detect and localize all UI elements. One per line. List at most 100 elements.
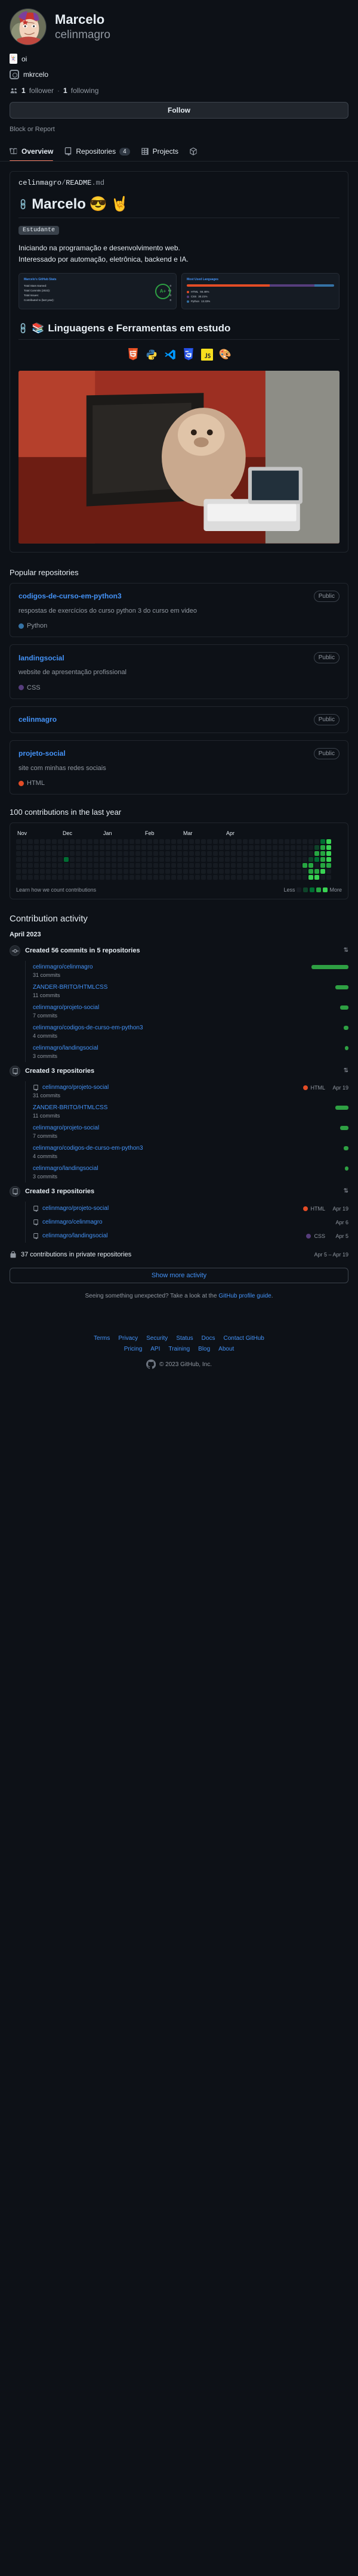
chevron-toggle-icon[interactable]: ⇅ [344, 1188, 348, 1194]
contribution-day-cell[interactable] [201, 869, 206, 874]
contribution-day-cell[interactable] [129, 839, 134, 845]
activity-repo-link[interactable]: celinmagro/landingsocial [33, 1165, 98, 1172]
tab-overview[interactable]: Overview [10, 142, 54, 161]
contribution-day-cell[interactable] [52, 875, 57, 880]
contribution-day-cell[interactable] [219, 875, 224, 880]
contribution-day-cell[interactable] [34, 845, 39, 851]
contribution-day-cell[interactable] [124, 845, 128, 851]
contribution-day-cell[interactable] [225, 875, 230, 880]
contribution-day-cell[interactable] [94, 851, 98, 856]
contribution-day-cell[interactable] [255, 875, 260, 880]
contribution-day-cell[interactable] [267, 845, 271, 851]
activity-repo-link[interactable]: celinmagro/celinmagro [33, 964, 93, 970]
contribution-day-cell[interactable] [135, 857, 140, 862]
contribution-day-cell[interactable] [159, 863, 164, 868]
contribution-day-cell[interactable] [207, 845, 212, 851]
contribution-day-cell[interactable] [58, 851, 63, 856]
contribution-day-cell[interactable] [291, 863, 295, 868]
contribution-day-cell[interactable] [183, 875, 188, 880]
contribution-day-cell[interactable] [237, 857, 242, 862]
html5-icon[interactable] [126, 348, 140, 361]
contribution-day-cell[interactable] [22, 839, 27, 845]
contribution-day-cell[interactable] [147, 851, 152, 856]
contribution-day-cell[interactable] [177, 875, 182, 880]
contribution-day-cell[interactable] [231, 863, 236, 868]
contribution-day-cell[interactable] [308, 863, 313, 868]
activity-repo-link[interactable]: celinmagro/landingsocial [33, 1045, 98, 1051]
contribution-day-cell[interactable] [285, 863, 289, 868]
contribution-day-cell[interactable] [52, 851, 57, 856]
contribution-day-cell[interactable] [124, 851, 128, 856]
contribution-day-cell[interactable] [58, 845, 63, 851]
contribution-day-cell[interactable] [165, 845, 170, 851]
contribution-day-cell[interactable] [177, 863, 182, 868]
readme-owner[interactable]: celinmagro [18, 179, 61, 187]
contribution-day-cell[interactable] [52, 863, 57, 868]
activity-repo-link[interactable]: ZANDER-BRITO/HTMLCSS [33, 984, 107, 991]
contribution-day-cell[interactable] [231, 857, 236, 862]
contribution-day-cell[interactable] [308, 845, 313, 851]
contribution-day-cell[interactable] [135, 869, 140, 874]
contribution-day-cell[interactable] [135, 845, 140, 851]
contribution-day-cell[interactable] [273, 845, 277, 851]
contribution-day-cell[interactable] [177, 851, 182, 856]
contribution-day-cell[interactable] [243, 851, 248, 856]
contribution-day-cell[interactable] [201, 875, 206, 880]
contribution-day-cell[interactable] [46, 851, 51, 856]
contribution-day-cell[interactable] [153, 851, 158, 856]
contribution-day-cell[interactable] [22, 851, 27, 856]
contribution-day-cell[interactable] [189, 857, 194, 862]
contribution-day-cell[interactable] [225, 869, 230, 874]
contribution-day-cell[interactable] [183, 839, 188, 845]
contribution-day-cell[interactable] [273, 863, 277, 868]
github-profile-guide-link[interactable]: GitHub profile guide [218, 1293, 271, 1299]
contribution-day-cell[interactable] [303, 857, 307, 862]
contribution-day-cell[interactable] [22, 857, 27, 862]
followers-count[interactable]: 1 [21, 86, 26, 95]
contribution-day-cell[interactable] [213, 839, 218, 845]
contribution-day-cell[interactable] [70, 857, 75, 862]
activity-repo-link[interactable]: celinmagro/projeto-social [42, 1084, 109, 1091]
contribution-day-cell[interactable] [40, 851, 45, 856]
contribution-day-cell[interactable] [225, 839, 230, 845]
contribution-day-cell[interactable] [40, 869, 45, 874]
contribution-day-cell[interactable] [279, 839, 283, 845]
contribution-day-cell[interactable] [297, 869, 301, 874]
contribution-day-cell[interactable] [326, 875, 331, 880]
contribution-day-cell[interactable] [94, 875, 98, 880]
contribution-day-cell[interactable] [261, 839, 266, 845]
contribution-day-cell[interactable] [171, 869, 176, 874]
contribution-day-cell[interactable] [207, 869, 212, 874]
contribution-day-cell[interactable] [219, 839, 224, 845]
contribution-day-cell[interactable] [195, 869, 200, 874]
contribution-day-cell[interactable] [58, 869, 63, 874]
contribution-day-cell[interactable] [219, 869, 224, 874]
contribution-day-cell[interactable] [129, 851, 134, 856]
footer-link-terms[interactable]: Terms [94, 1335, 110, 1342]
contribution-day-cell[interactable] [183, 869, 188, 874]
contribution-day-cell[interactable] [314, 863, 319, 868]
contribution-day-cell[interactable] [225, 857, 230, 862]
contribution-day-cell[interactable] [135, 839, 140, 845]
contribution-day-cell[interactable] [129, 845, 134, 851]
contribution-day-cell[interactable] [303, 863, 307, 868]
contribution-day-cell[interactable] [213, 869, 218, 874]
contribution-day-cell[interactable] [112, 857, 116, 862]
contribution-day-cell[interactable] [273, 869, 277, 874]
contribution-day-cell[interactable] [308, 875, 313, 880]
contribution-day-cell[interactable] [100, 875, 104, 880]
contribution-day-cell[interactable] [213, 863, 218, 868]
contribution-day-cell[interactable] [118, 857, 122, 862]
contribution-day-cell[interactable] [308, 869, 313, 874]
contribution-day-cell[interactable] [297, 875, 301, 880]
contribution-day-cell[interactable] [219, 851, 224, 856]
contribution-day-cell[interactable] [291, 875, 295, 880]
contribution-day-cell[interactable] [183, 851, 188, 856]
show-more-activity-button[interactable]: Show more activity [10, 1268, 348, 1284]
contribution-day-cell[interactable] [118, 839, 122, 845]
contribution-day-cell[interactable] [201, 863, 206, 868]
contribution-day-cell[interactable] [255, 857, 260, 862]
contribution-day-cell[interactable] [225, 863, 230, 868]
contribution-day-cell[interactable] [28, 863, 33, 868]
footer-link-blog[interactable]: Blog [198, 1346, 210, 1352]
